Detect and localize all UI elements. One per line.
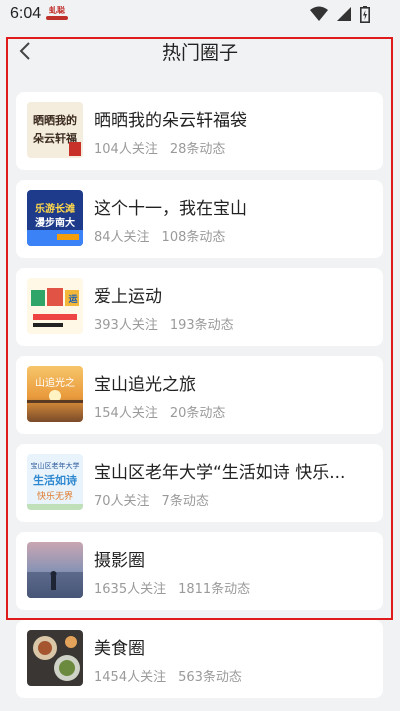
circle-meta: 1635人关注 1811条动态 xyxy=(94,578,250,597)
follower-count: 70人关注 xyxy=(94,494,150,509)
circle-title: 爱上运动 xyxy=(94,287,162,307)
circle-list: 晒晒我的 朵云轩福 晒晒我的朵云轩福袋 104人关注 28条动态 乐游长滩 漫步南… xyxy=(16,92,383,708)
cellular-signal-icon xyxy=(336,7,351,21)
status-bar: 6:04 虬聪 xyxy=(0,0,400,30)
circle-thumbnail xyxy=(27,542,83,598)
post-count: 28条动态 xyxy=(169,142,226,157)
circle-meta: 84人关注 108条动态 xyxy=(94,226,225,245)
header: 热门圈子 xyxy=(0,30,400,74)
circle-card-zhuiguang[interactable]: 山追光之 宝山追光之旅 154人关注 20条动态 xyxy=(16,356,383,434)
app-icon-label: 虬聪 xyxy=(49,6,65,15)
circle-meta: 1454人关注 563条动态 xyxy=(94,666,242,685)
follower-count: 1454人关注 xyxy=(94,670,167,685)
circle-thumbnail: 运 xyxy=(27,278,83,334)
svg-text:生活如诗: 生活如诗 xyxy=(33,473,77,487)
follower-count: 84人关注 xyxy=(94,230,150,245)
svg-text:山追光之: 山追光之 xyxy=(35,376,75,389)
svg-text:快乐无界: 快乐无界 xyxy=(37,490,73,502)
status-icons xyxy=(307,6,370,24)
follower-count: 393人关注 xyxy=(94,318,158,333)
follower-count: 104人关注 xyxy=(94,142,158,157)
svg-text:漫步南大: 漫步南大 xyxy=(35,216,75,229)
circle-title: 美食圈 xyxy=(94,639,145,659)
circle-thumbnail: 宝山区老年大学 生活如诗 快乐无界 xyxy=(27,454,83,510)
battery-icon xyxy=(360,6,370,23)
svg-text:晒晒我的: 晒晒我的 xyxy=(33,113,77,127)
circle-card-laonian-daxue[interactable]: 宝山区老年大学 生活如诗 快乐无界 宝山区老年大学“生活如诗 快乐... 70人… xyxy=(16,444,383,522)
circle-title: 这个十一，我在宝山 xyxy=(94,199,247,219)
svg-text:宝山区老年大学: 宝山区老年大学 xyxy=(31,461,80,470)
circle-meta: 154人关注 20条动态 xyxy=(94,402,225,421)
post-count: 1811条动态 xyxy=(178,582,251,597)
circle-meta: 70人关注 7条动态 xyxy=(94,490,209,509)
app-notification-icon: 虬聪 xyxy=(44,6,70,24)
post-count: 193条动态 xyxy=(169,318,234,333)
circle-meta: 393人关注 193条动态 xyxy=(94,314,234,333)
circle-card-food[interactable]: 美食圈 1454人关注 563条动态 xyxy=(16,620,383,698)
circle-thumbnail: 山追光之 xyxy=(27,366,83,422)
circle-title: 宝山追光之旅 xyxy=(94,375,196,395)
status-time: 6:04 xyxy=(10,5,42,22)
circle-card-shiyi-baoshan[interactable]: 乐游长滩 漫步南大 这个十一，我在宝山 84人关注 108条动态 xyxy=(16,180,383,258)
circle-thumbnail xyxy=(27,630,83,686)
circle-title: 晒晒我的朵云轩福袋 xyxy=(94,111,247,131)
circle-title: 摄影圈 xyxy=(94,551,145,571)
circle-thumbnail: 晒晒我的 朵云轩福 xyxy=(27,102,83,158)
circle-thumbnail: 乐游长滩 漫步南大 xyxy=(27,190,83,246)
svg-text:运: 运 xyxy=(68,294,78,305)
circle-meta: 104人关注 28条动态 xyxy=(94,138,225,157)
circle-card-photography[interactable]: 摄影圈 1635人关注 1811条动态 xyxy=(16,532,383,610)
circle-title: 宝山区老年大学“生活如诗 快乐... xyxy=(94,463,346,483)
follower-count: 1635人关注 xyxy=(94,582,167,597)
post-count: 108条动态 xyxy=(161,230,226,245)
follower-count: 154人关注 xyxy=(94,406,158,421)
circle-card-sports[interactable]: 运 爱上运动 393人关注 193条动态 xyxy=(16,268,383,346)
page-title: 热门圈子 xyxy=(161,42,238,64)
post-count: 563条动态 xyxy=(178,670,242,685)
post-count: 20条动态 xyxy=(169,406,226,421)
wifi-icon xyxy=(309,6,328,21)
post-count: 7条动态 xyxy=(161,494,209,509)
circle-card-duoyunxuan[interactable]: 晒晒我的 朵云轩福 晒晒我的朵云轩福袋 104人关注 28条动态 xyxy=(16,92,383,170)
svg-text:乐游长滩: 乐游长滩 xyxy=(35,202,75,215)
